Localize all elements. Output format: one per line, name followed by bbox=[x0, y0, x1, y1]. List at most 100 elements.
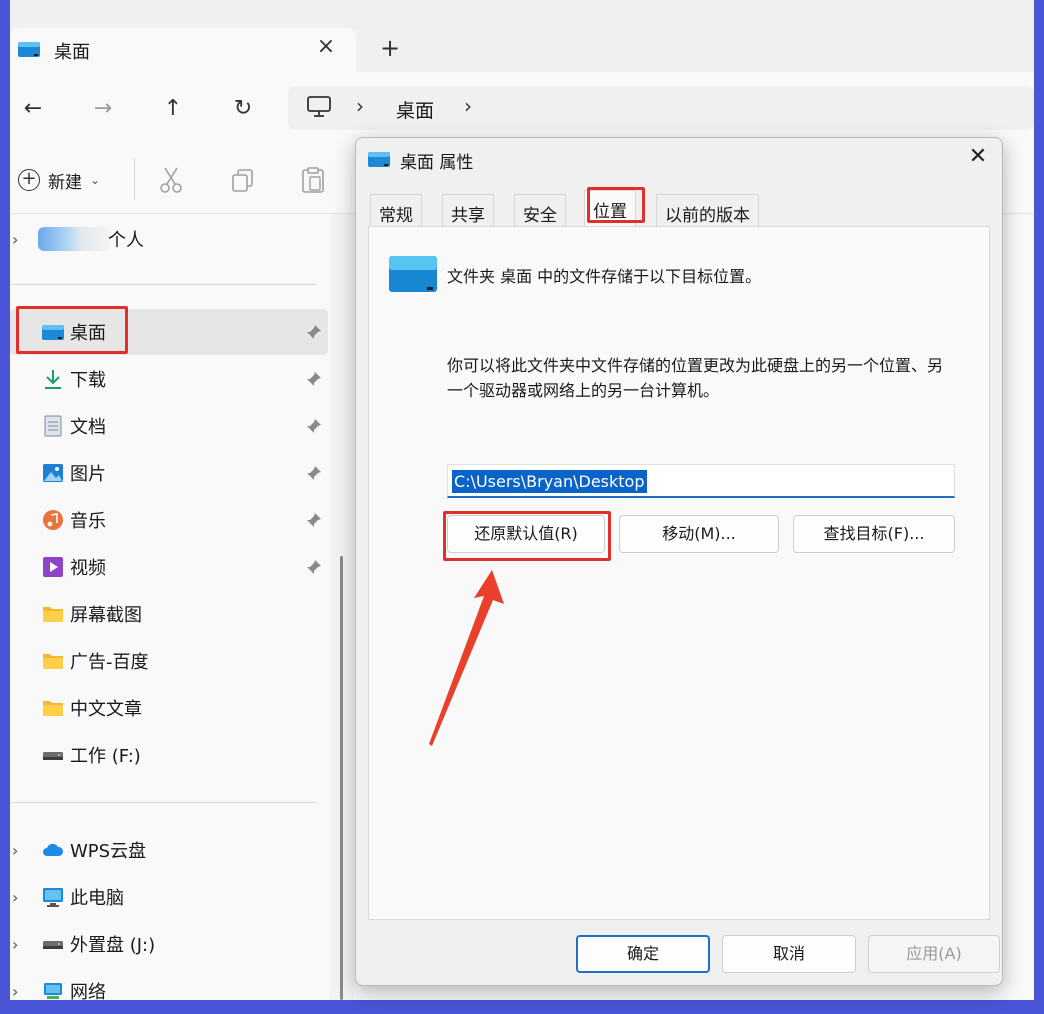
chevron-right-icon[interactable]: › bbox=[12, 888, 18, 907]
sidebar-item-label: 个人 bbox=[108, 230, 144, 251]
pin-icon[interactable] bbox=[306, 324, 322, 340]
sidebar-item-label: 此电脑 bbox=[70, 888, 124, 909]
back-button[interactable]: ← bbox=[18, 94, 48, 124]
folder-icon bbox=[43, 701, 63, 716]
video-icon bbox=[43, 557, 63, 577]
desktop-folder-icon bbox=[18, 42, 40, 57]
location-description: 文件夹 桌面 中的文件存储于以下目标位置。 bbox=[447, 267, 762, 286]
sidebar-item-label: 图片 bbox=[70, 464, 106, 485]
move-button[interactable]: 移动(M)... bbox=[619, 515, 779, 553]
sidebar-item-external-drive[interactable]: › 外置盘 (J:) bbox=[10, 921, 328, 967]
paste-icon[interactable] bbox=[300, 166, 326, 194]
sidebar-item-wps-cloud[interactable]: › WPS云盘 bbox=[10, 827, 328, 873]
sidebar-item-videos[interactable]: 视频 bbox=[10, 544, 328, 590]
sidebar-divider bbox=[10, 802, 316, 803]
tab-desktop[interactable]: 桌面 × bbox=[10, 28, 356, 72]
pin-icon[interactable] bbox=[306, 559, 322, 575]
sidebar-item-documents[interactable]: 文档 bbox=[10, 403, 328, 449]
network-icon bbox=[44, 983, 62, 999]
tab-general[interactable]: 常规 bbox=[370, 194, 422, 226]
refresh-button[interactable]: ↻ bbox=[228, 94, 258, 124]
sidebar-item-label: 中文文章 bbox=[70, 699, 142, 720]
location-hint: 你可以将此文件夹中文件存储的位置更改为此硬盘上的另一个位置、另一个驱动器或网络上… bbox=[447, 356, 944, 400]
sidebar-divider bbox=[10, 284, 316, 285]
sidebar-item-label: WPS云盘 bbox=[70, 841, 147, 862]
sidebar-scrollbar[interactable] bbox=[340, 556, 343, 1000]
sidebar-item-label: 外置盘 (J:) bbox=[70, 935, 156, 956]
sidebar-item-personal[interactable]: › 个人 bbox=[10, 216, 328, 262]
sidebar-item-chinese-articles[interactable]: 中文文章 bbox=[10, 685, 328, 731]
tab-strip: 桌面 × + bbox=[10, 0, 1034, 72]
new-button-label: 新建 bbox=[48, 172, 82, 193]
chevron-down-icon: ⌄ bbox=[90, 173, 101, 187]
chevron-right-icon[interactable]: › bbox=[12, 841, 18, 860]
navigation-bar: ← → ↑ ↻ › 桌面 › bbox=[10, 72, 1034, 144]
address-bar[interactable]: › 桌面 › bbox=[288, 86, 1034, 130]
sidebar-item-label: 网络 bbox=[70, 982, 106, 1000]
tab-sharing[interactable]: 共享 bbox=[442, 194, 494, 226]
location-tab-panel: 文件夹 桌面 中的文件存储于以下目标位置。 你可以将此文件夹中文件存储的位置更改… bbox=[368, 226, 990, 920]
new-tab-button[interactable]: + bbox=[378, 34, 402, 62]
dialog-title: 桌面 属性 bbox=[400, 153, 474, 173]
sidebar-item-label: 广告-百度 bbox=[70, 652, 149, 673]
music-icon bbox=[43, 510, 63, 530]
new-button[interactable]: + 新建 ⌄ bbox=[18, 166, 100, 194]
cloud-icon bbox=[43, 843, 64, 856]
highlight-box-desktop bbox=[16, 306, 128, 354]
close-tab-icon[interactable]: × bbox=[314, 34, 338, 59]
highlight-box-restore bbox=[443, 511, 611, 561]
chevron-right-icon[interactable]: › bbox=[12, 982, 18, 1001]
breadcrumb-desktop[interactable]: 桌面 bbox=[396, 96, 434, 123]
breadcrumb-chevron-icon[interactable]: › bbox=[464, 94, 472, 118]
pin-icon[interactable] bbox=[306, 418, 322, 434]
close-icon[interactable]: ✕ bbox=[964, 144, 992, 169]
document-icon bbox=[44, 415, 62, 437]
desktop-folder-icon bbox=[368, 152, 390, 167]
sidebar-item-music[interactable]: 音乐 bbox=[10, 497, 328, 543]
sidebar-item-network[interactable]: › 网络 bbox=[10, 968, 328, 1001]
download-icon bbox=[45, 370, 61, 389]
sidebar-item-downloads[interactable]: 下载 bbox=[10, 356, 328, 402]
sidebar-item-pictures[interactable]: 图片 bbox=[10, 450, 328, 496]
drive-icon bbox=[43, 752, 63, 760]
desktop-folder-icon bbox=[389, 256, 437, 292]
ok-button[interactable]: 确定 bbox=[576, 935, 710, 973]
up-button[interactable]: ↑ bbox=[158, 94, 188, 124]
copy-icon[interactable] bbox=[230, 166, 256, 194]
chevron-right-icon[interactable]: › bbox=[12, 935, 18, 954]
tab-security[interactable]: 安全 bbox=[514, 194, 566, 226]
apply-button[interactable]: 应用(A) bbox=[868, 935, 1000, 973]
forward-button[interactable]: → bbox=[88, 94, 118, 124]
sidebar-item-ads-baidu[interactable]: 广告-百度 bbox=[10, 638, 328, 684]
sidebar-item-work-drive[interactable]: 工作 (F:) bbox=[10, 732, 328, 778]
cancel-button[interactable]: 取消 bbox=[722, 935, 856, 973]
cut-icon[interactable] bbox=[158, 166, 184, 194]
avatar bbox=[38, 227, 110, 251]
target-path-value: C:\Users\Bryan\Desktop bbox=[452, 470, 647, 493]
highlight-box-location-tab bbox=[587, 187, 645, 223]
sidebar-item-label: 视频 bbox=[70, 558, 106, 579]
pin-icon[interactable] bbox=[306, 512, 322, 528]
toolbar-divider bbox=[134, 158, 135, 200]
folder-icon bbox=[43, 654, 63, 669]
folder-icon bbox=[43, 607, 63, 622]
sidebar-item-label: 工作 (F:) bbox=[70, 746, 141, 767]
picture-icon bbox=[43, 464, 63, 482]
sidebar-item-label: 下载 bbox=[70, 370, 106, 391]
tab-previous-versions[interactable]: 以前的版本 bbox=[656, 194, 759, 226]
chevron-right-icon[interactable]: › bbox=[12, 230, 18, 249]
monitor-icon bbox=[307, 96, 331, 117]
plus-icon: + bbox=[18, 169, 40, 191]
pin-icon[interactable] bbox=[306, 465, 322, 481]
target-path-input[interactable]: C:\Users\Bryan\Desktop bbox=[447, 464, 955, 498]
find-target-button[interactable]: 查找目标(F)... bbox=[793, 515, 955, 553]
sidebar-item-screenshots[interactable]: 屏幕截图 bbox=[10, 591, 328, 637]
sidebar-item-label: 文档 bbox=[70, 417, 106, 438]
sidebar-item-label: 音乐 bbox=[70, 511, 106, 532]
properties-dialog: 桌面 属性 ✕ 常规 共享 安全 位置 以前的版本 文件夹 桌面 中的文件存储于… bbox=[355, 137, 1003, 986]
navigation-pane: › 个人 桌面 下载 文档 图片 音乐 视频 屏幕截图 广告-百度 中文文章 工… bbox=[10, 214, 330, 1000]
sidebar-item-this-pc[interactable]: › 此电脑 bbox=[10, 874, 328, 920]
tab-title: 桌面 bbox=[54, 42, 90, 63]
pin-icon[interactable] bbox=[306, 371, 322, 387]
breadcrumb-chevron-icon[interactable]: › bbox=[356, 94, 364, 118]
